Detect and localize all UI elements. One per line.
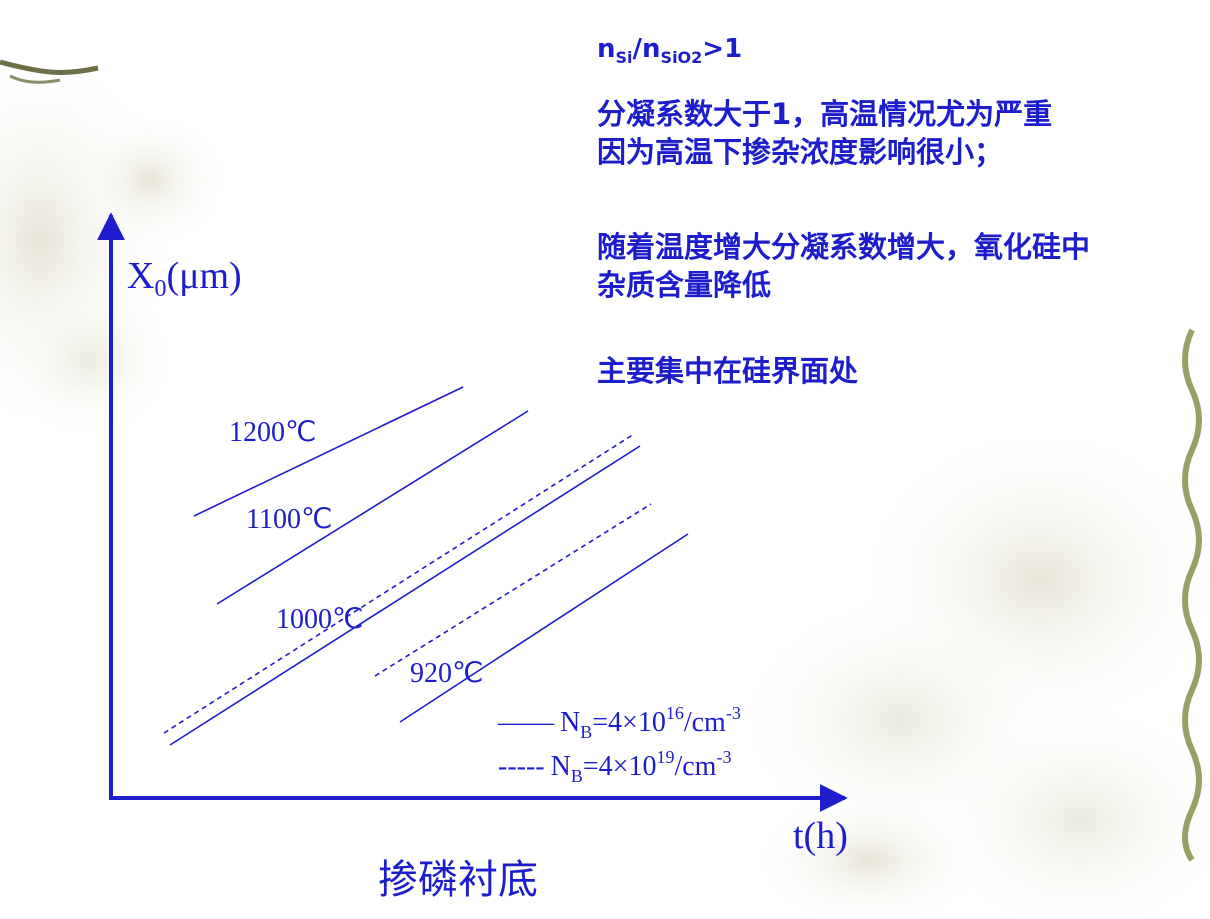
series-line-920℃-dashed [374,503,652,677]
y-axis-label: X0(μm) [127,255,242,302]
oxide-thickness-chart: X0(μm) t(h) 1200℃ 1100℃ 1000℃ 920℃ —— NB=… [97,212,848,902]
chart-caption: 掺磷衬底 [378,857,538,902]
temp-label-920: 920℃ [410,658,483,689]
series-line-1200℃-solid [193,386,464,517]
legend-solid: —— NB=4×1016/cm-3 [497,703,741,742]
temp-label-1200: 1200℃ [229,417,316,448]
series-line-1000℃-solid [169,445,641,746]
temp-label-1100: 1100℃ [246,504,332,535]
legend-dashed: ----- NB=4×1019/cm-3 [498,747,731,786]
series-line-920℃-solid [399,533,689,723]
series-line-1000℃-dashed [163,433,635,734]
x-axis-label: t(h) [793,815,848,857]
temp-label-1000: 1000℃ [276,604,363,635]
legend: —— NB=4×1016/cm-3 ----- NB=4×1019/cm-3 [497,703,741,786]
